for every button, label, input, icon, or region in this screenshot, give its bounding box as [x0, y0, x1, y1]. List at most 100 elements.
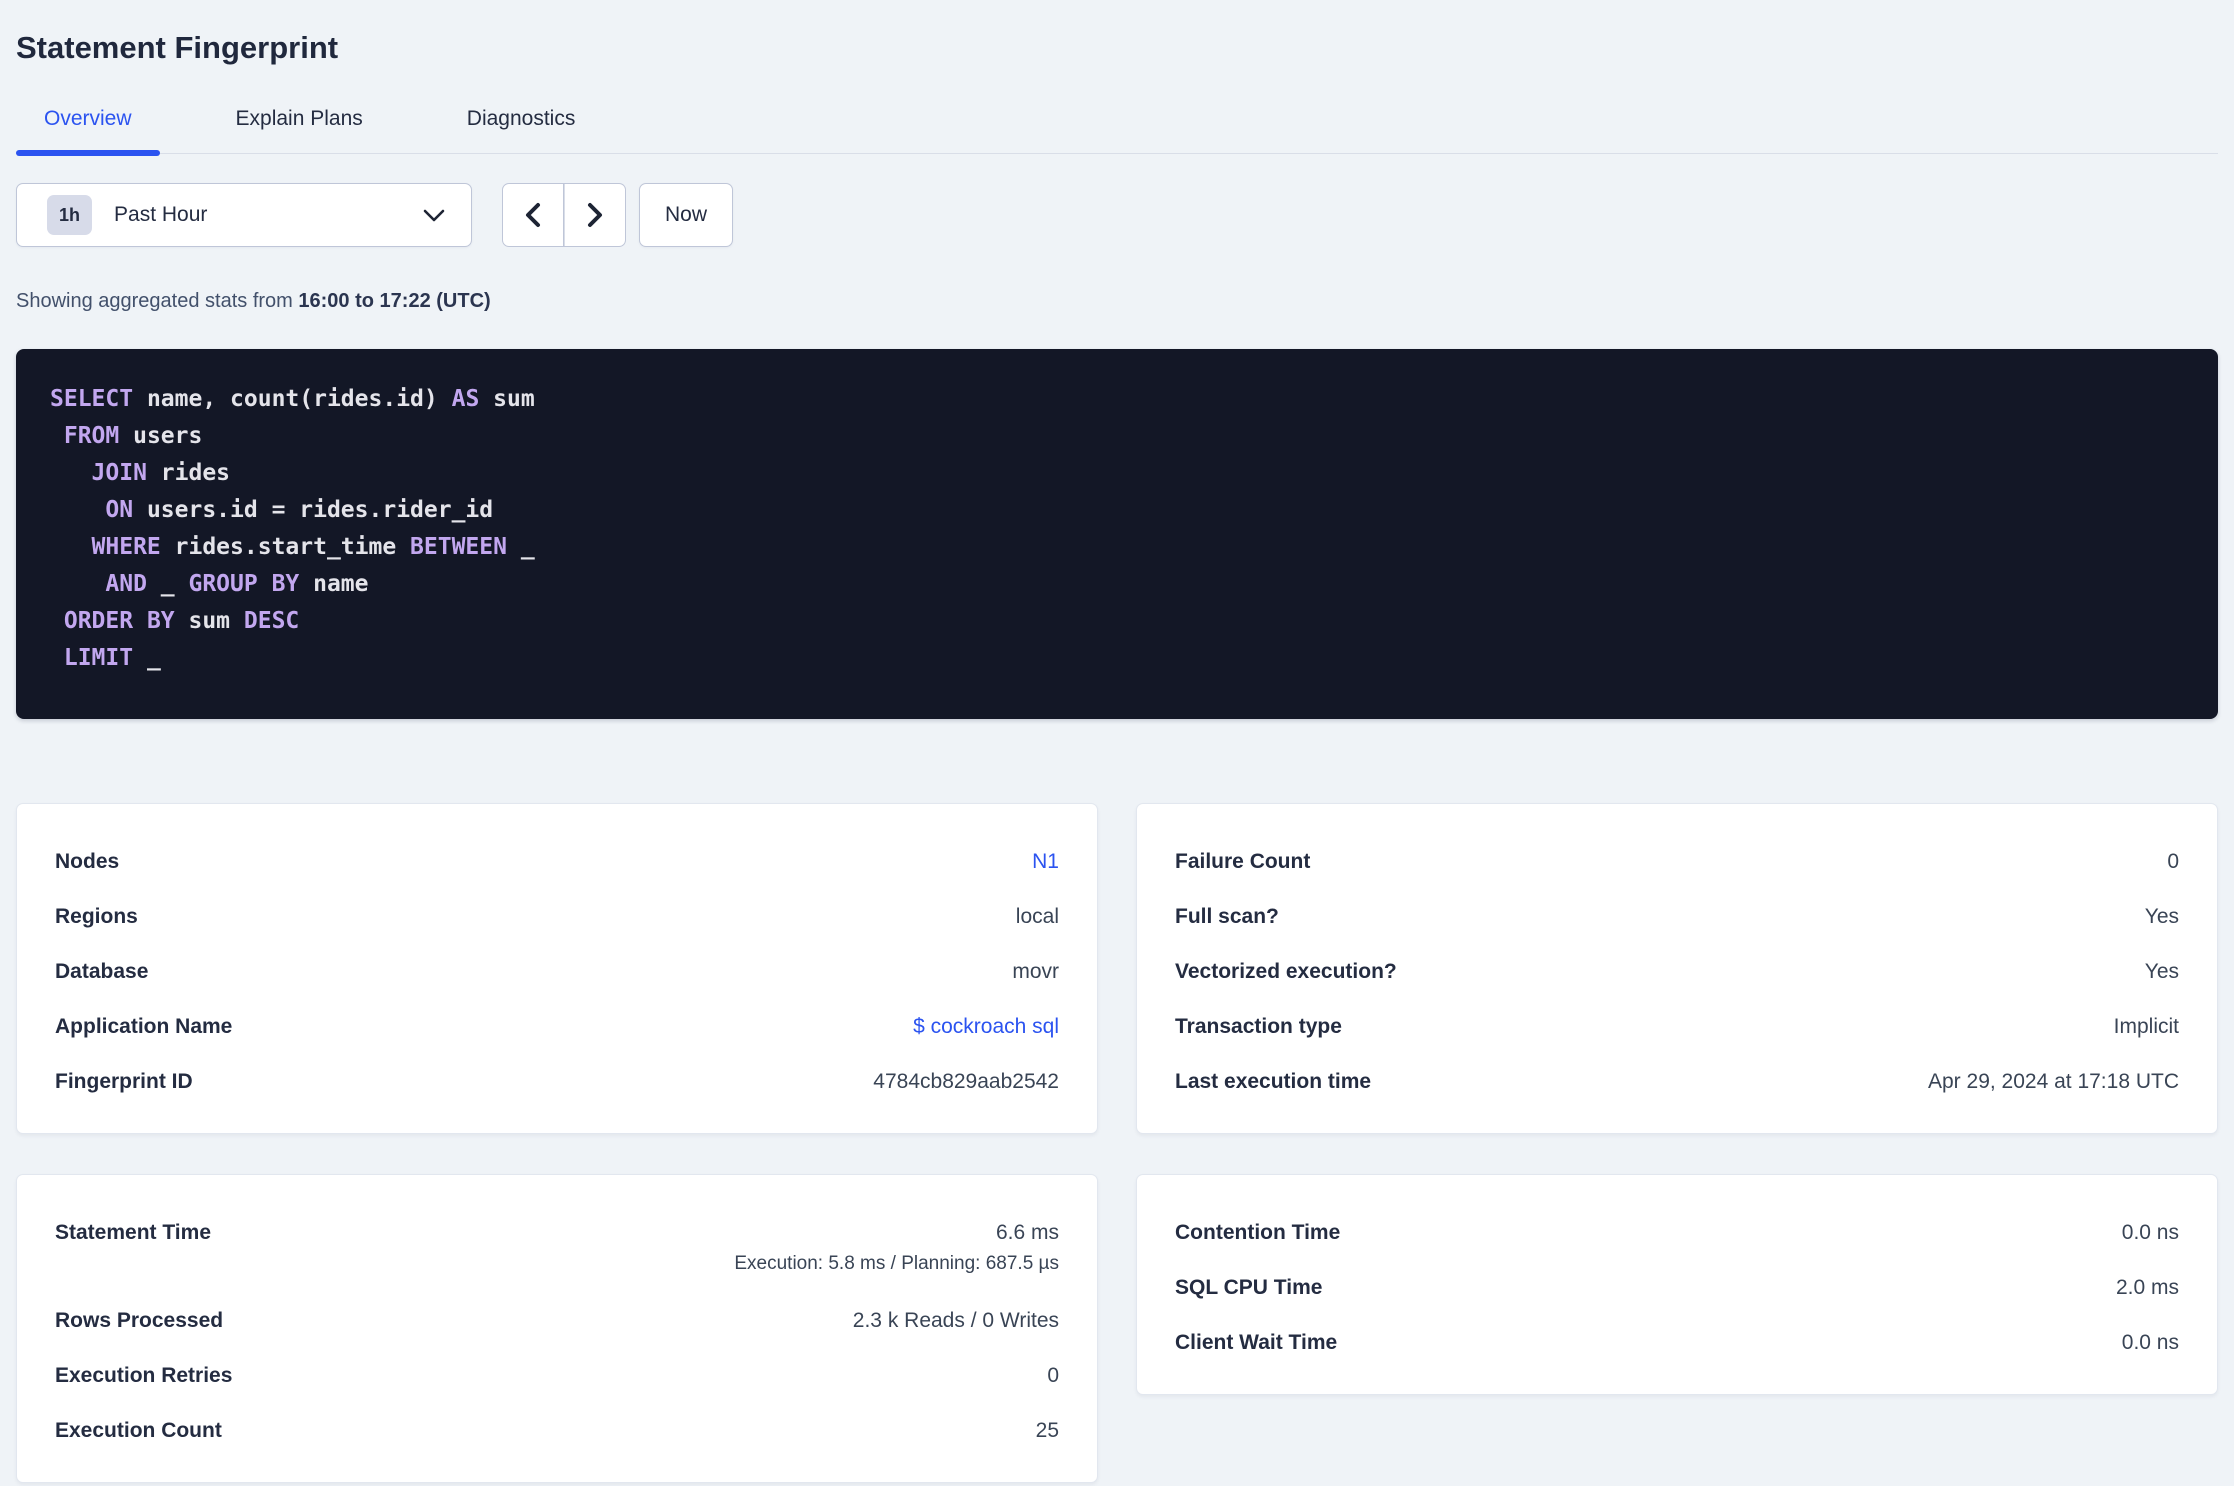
sql-keyword: AS	[451, 386, 480, 412]
tab-explain-plans[interactable]: Explain Plans	[208, 106, 391, 153]
sql-text: _	[133, 645, 161, 671]
stat-label: Client Wait Time	[1175, 1331, 1338, 1354]
sql-text: name	[299, 571, 369, 597]
chevron-right-icon	[587, 203, 602, 227]
stat-value: 0.0 ns	[2121, 1331, 2179, 1354]
stat-row-sql-cpu-time: SQL CPU Time 2.0 ms	[1175, 1260, 2179, 1315]
tab-bar: Overview Explain Plans Diagnostics	[16, 106, 2218, 156]
sql-keyword: AND	[105, 571, 147, 597]
aggregated-stats-range: 16:00 to 17:22 (UTC)	[298, 290, 491, 312]
sql-text: rides	[146, 460, 231, 486]
now-button[interactable]: Now	[639, 183, 733, 247]
sql-text: sum	[174, 608, 244, 634]
stat-row-failure-count: Failure Count 0	[1175, 834, 2179, 889]
nodes-link[interactable]: N1	[1032, 834, 1059, 889]
stat-value: 0	[2167, 850, 2179, 873]
application-name-link[interactable]: $ cockroach sql	[913, 999, 1059, 1054]
stat-label: Application Name	[55, 1015, 233, 1038]
stat-row-full-scan: Full scan? Yes	[1175, 889, 2179, 944]
stat-row-vectorized-execution: Vectorized execution? Yes	[1175, 944, 2179, 999]
sql-keyword: ON	[105, 497, 134, 523]
sql-keyword: LIMIT	[63, 645, 134, 671]
stat-row-last-execution-time: Last execution time Apr 29, 2024 at 17:18…	[1175, 1054, 2179, 1109]
stat-label: Failure Count	[1175, 850, 1311, 873]
stat-label: Last execution time	[1175, 1070, 1372, 1093]
stat-value: 0	[1047, 1364, 1059, 1387]
sql-text: _	[146, 571, 189, 597]
stat-value: Implicit	[2113, 1015, 2179, 1038]
execution-attributes-card: Failure Count 0 Full scan? Yes Vectorized ex…	[1136, 803, 2218, 1134]
stat-label: Vectorized execution?	[1175, 960, 1397, 983]
stat-row-application-name: Application Name $ cockroach sql	[55, 999, 1059, 1054]
statement-details-card: Nodes N1 Regions local Database movr Applicati…	[16, 803, 1098, 1134]
sql-line: AND _ GROUP BY name	[50, 566, 2194, 603]
sql-keyword: ORDER BY	[63, 608, 175, 634]
stat-value: 25	[1035, 1419, 1059, 1442]
aggregated-stats-prefix: Showing aggregated stats from	[16, 290, 299, 312]
sql-line: ON users.id = rides.rider_id	[50, 492, 2194, 529]
stat-row-fingerprint-id: Fingerprint ID 4784cb829aab2542	[55, 1054, 1059, 1109]
active-tab-indicator	[16, 150, 160, 156]
tab-label: Overview	[44, 107, 132, 130]
sql-keyword: FROM	[63, 423, 120, 449]
aggregated-stats-text: Showing aggregated stats from 16:00 to 1…	[16, 287, 2218, 315]
stat-label: Database	[55, 960, 149, 983]
stat-value: 0.0 ns	[2121, 1221, 2179, 1244]
stat-row-transaction-type: Transaction type Implicit	[1175, 999, 2179, 1054]
time-range-label: Past Hour	[114, 203, 208, 226]
statement-time-card: Statement Time 6.6 ms Execution: 5.8 ms / …	[16, 1174, 1098, 1483]
stat-row-execution-retries: Execution Retries 0	[55, 1348, 1059, 1403]
stat-value: Yes	[2144, 905, 2179, 928]
stat-row-execution-count: Execution Count 25	[55, 1403, 1059, 1458]
stat-value: Apr 29, 2024 at 17:18 UTC	[1928, 1070, 2179, 1093]
sql-keyword: BETWEEN	[410, 534, 507, 560]
sql-keyword: WHERE	[91, 534, 161, 560]
prev-interval-button[interactable]	[502, 183, 564, 247]
stat-row-regions: Regions local	[55, 889, 1059, 944]
sql-text: users.id = rides.rider_id	[133, 497, 494, 523]
stat-label: Statement Time	[55, 1221, 211, 1244]
sql-keyword: DESC	[243, 608, 300, 634]
statement-fingerprint-page: Statement Fingerprint Overview Explain Pl…	[0, 28, 2234, 1483]
page-title: Statement Fingerprint	[16, 30, 339, 65]
sql-text: users	[119, 423, 203, 449]
chevron-down-icon	[423, 209, 445, 221]
stat-label: Regions	[55, 905, 138, 928]
sql-keyword: GROUP BY	[188, 571, 300, 597]
tab-diagnostics[interactable]: Diagnostics	[439, 106, 604, 153]
time-range-dropdown[interactable]: 1h Past Hour	[16, 183, 472, 247]
stat-label: Execution Count	[55, 1419, 222, 1442]
stat-subvalue: Execution: 5.8 ms / Planning: 687.5 µs	[734, 1253, 1059, 1274]
metric-cards-row: Statement Time 6.6 ms Execution: 5.8 ms / …	[16, 1174, 2218, 1483]
stat-value-group: 6.6 ms Execution: 5.8 ms / Planning: 687.…	[734, 1205, 1059, 1276]
stat-value: 2.0 ms	[2115, 1276, 2179, 1299]
stat-value: 2.3 k Reads / 0 Writes	[852, 1309, 1059, 1332]
stat-label: Nodes	[55, 850, 120, 873]
stat-label: Contention Time	[1175, 1221, 1341, 1244]
time-interval-arrows	[502, 183, 626, 247]
time-toolbar: 1h Past Hour Now	[16, 183, 2218, 247]
stat-label: Full scan?	[1175, 905, 1279, 928]
stat-row-contention-time: Contention Time 0.0 ns	[1175, 1205, 2179, 1260]
stat-row-statement-time: Statement Time 6.6 ms Execution: 5.8 ms / …	[55, 1205, 1059, 1293]
sql-line: LIMIT _	[50, 640, 2194, 677]
tab-overview[interactable]: Overview	[16, 106, 160, 156]
sql-line: SELECT name, count(rides.id) AS sum	[50, 381, 2194, 418]
next-interval-button[interactable]	[564, 183, 626, 247]
sql-text: _	[506, 534, 535, 560]
stat-row-database: Database movr	[55, 944, 1059, 999]
wait-time-card: Contention Time 0.0 ns SQL CPU Time 2.0 ms C…	[1136, 1174, 2218, 1395]
stat-label: Execution Retries	[55, 1364, 233, 1387]
tab-label: Explain Plans	[235, 107, 363, 130]
time-range-badge: 1h	[47, 195, 93, 235]
stat-row-nodes: Nodes N1	[55, 834, 1059, 889]
sql-text: rides.start_time	[160, 534, 411, 560]
stat-label: Rows Processed	[55, 1309, 224, 1332]
stat-value: local	[1015, 905, 1059, 928]
stat-value: movr	[1012, 960, 1059, 983]
